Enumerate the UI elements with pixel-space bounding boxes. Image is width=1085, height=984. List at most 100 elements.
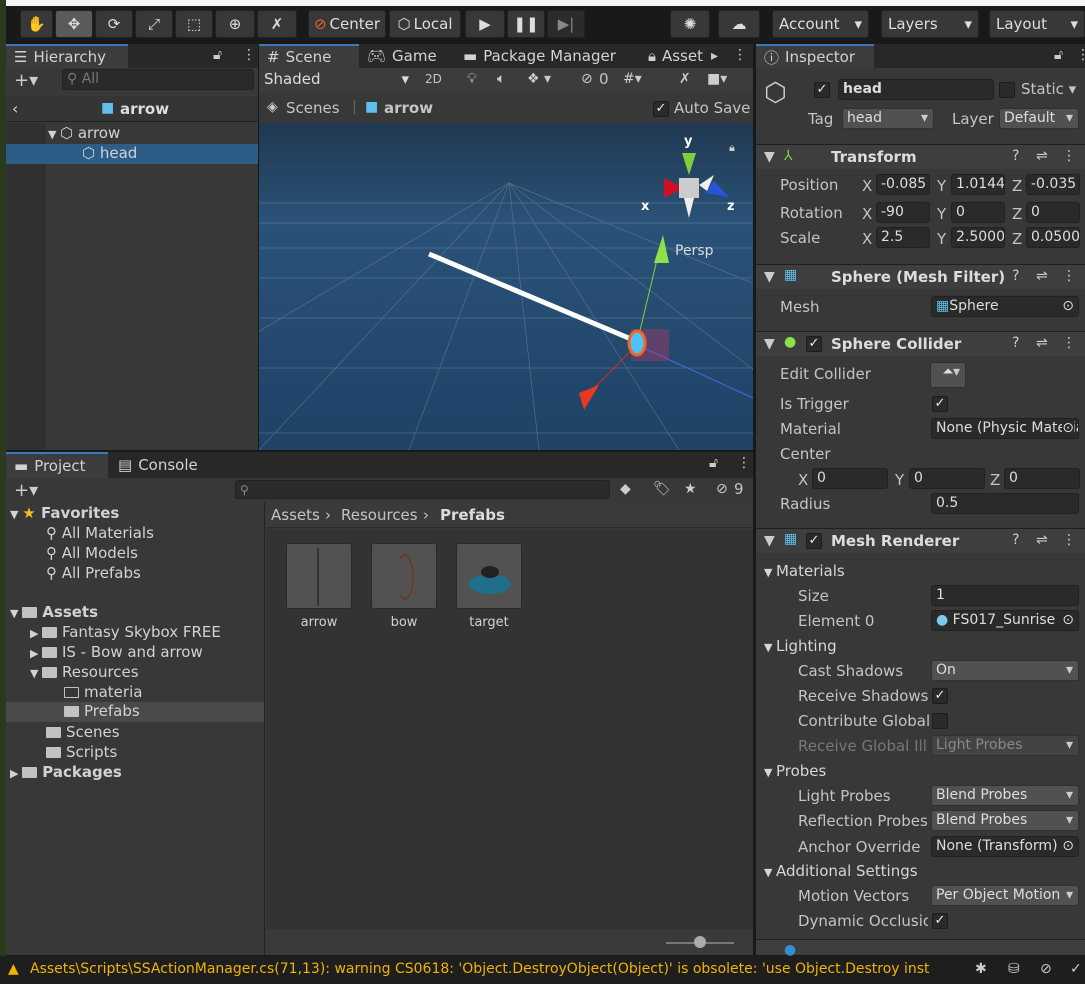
center-x-input[interactable]: 0 xyxy=(812,468,888,489)
lighting-bulb-icon[interactable]: 💡︎ xyxy=(467,71,477,87)
layer-dropdown[interactable]: Default xyxy=(999,108,1079,129)
static-dropdown[interactable]: Static ▾ xyxy=(1021,80,1076,98)
tab-asset-store[interactable]: 🔒︎ Asset xyxy=(640,44,711,68)
rotate-tool-button[interactable]: ⟳ xyxy=(95,10,133,38)
materials-foldout[interactable]: ▼ Materials xyxy=(764,562,845,580)
status-bar[interactable]: ▲ Assets\Scripts\SSActionManager.cs(71,1… xyxy=(0,956,1085,984)
move-tool-button[interactable]: ✥ xyxy=(55,10,93,38)
rotation-label[interactable]: Rotation xyxy=(780,204,843,222)
progress-icon[interactable]: ✓ xyxy=(1070,961,1082,977)
scale-z-input[interactable]: 0.0500 xyxy=(1026,227,1080,248)
tab-package-manager[interactable]: ▬ Package Manager xyxy=(455,44,624,68)
pivot-center-button[interactable]: ⊘ Center xyxy=(308,10,386,38)
assets-folder[interactable]: ▼ Assets xyxy=(10,603,98,621)
active-checkbox[interactable]: ✓ xyxy=(814,82,830,98)
mesh-object-field[interactable]: ▦Sphere ⊙ xyxy=(931,296,1079,317)
tab-overflow-icon[interactable]: ▸ xyxy=(711,48,718,64)
tab-game[interactable]: 🎮︎ Game xyxy=(359,44,445,68)
hidden-objects-icon[interactable]: ⊘ xyxy=(581,71,593,87)
audio-icon[interactable]: 🔈︎ xyxy=(497,71,505,87)
packages-folder[interactable]: ▶ Packages xyxy=(10,763,122,781)
grid-icon[interactable]: #▾ xyxy=(623,71,642,87)
reflection-probes-dropdown[interactable]: Blend Probes xyxy=(931,810,1079,831)
console-message[interactable]: Assets\Scripts\SSActionManager.cs(71,13)… xyxy=(30,961,955,977)
element0-material-field[interactable]: ● FS017_Sunrise ⊙ xyxy=(931,610,1079,631)
is-trigger-checkbox[interactable]: ✓ xyxy=(932,396,948,412)
filter-type-icon[interactable]: ◆ xyxy=(620,481,631,497)
static-checkbox[interactable] xyxy=(999,82,1015,98)
gizmo-tools-icon[interactable]: ✗ xyxy=(679,71,691,87)
additional-settings-foldout[interactable]: ▼ Additional Settings xyxy=(764,862,918,880)
prefab-bow[interactable]: bow xyxy=(371,543,437,630)
gameobject-name-input[interactable]: head xyxy=(838,79,994,100)
rotation-x-input[interactable]: -90 xyxy=(876,202,930,223)
folder-bow-and-arrow[interactable]: ▶ IS - Bow and arrow xyxy=(30,643,203,661)
rect-tool-button[interactable]: ⬚ xyxy=(175,10,213,38)
rotation-z-input[interactable]: 0 xyxy=(1026,202,1080,223)
lock-icon[interactable]: 🔓︎ xyxy=(709,455,718,471)
center-y-input[interactable]: 0 xyxy=(909,468,985,489)
scale-tool-button[interactable]: ⤢ xyxy=(135,10,173,38)
hidden-packages-icon[interactable]: ⊘ xyxy=(716,481,728,497)
folder-prefabs[interactable]: Prefabs xyxy=(6,702,264,722)
presets-icon[interactable]: ⇌ xyxy=(1036,148,1048,164)
object-picker-icon[interactable]: ⊙ xyxy=(1062,837,1074,856)
back-chevron-icon[interactable]: ‹ xyxy=(12,99,18,118)
slider-thumb[interactable] xyxy=(694,936,706,948)
add-asset-button[interactable]: +▾ xyxy=(14,480,38,501)
fav-all-materials[interactable]: ⚲ All Materials xyxy=(46,524,154,542)
presets-icon[interactable]: ⇌ xyxy=(1036,268,1048,284)
prefab-arrow[interactable]: arrow xyxy=(286,543,352,630)
physic-material-field[interactable]: None (Physic Material) ⊙ xyxy=(931,418,1079,439)
pivot-local-button[interactable]: ⬡ Local xyxy=(389,10,461,38)
object-picker-icon[interactable]: ⊙ xyxy=(1062,611,1074,630)
effects-icon[interactable]: ❖ ▾ xyxy=(527,71,551,87)
cast-shadows-dropdown[interactable]: On xyxy=(931,660,1079,681)
presets-icon[interactable]: ⇌ xyxy=(1036,335,1048,351)
rotation-y-input[interactable]: 0 xyxy=(951,202,1005,223)
persp-label[interactable]: Persp xyxy=(675,243,714,259)
tree-item-arrow[interactable]: ▼ ⬡ arrow xyxy=(48,124,120,142)
tab-scene[interactable]: # Scene xyxy=(259,44,359,68)
custom-tool-button[interactable]: ✗ xyxy=(257,10,297,38)
services-button[interactable]: ✺ xyxy=(670,10,710,38)
cloud-button[interactable]: ☁ xyxy=(718,10,760,38)
tab-hierarchy[interactable]: ☰ Hierarchy xyxy=(6,44,128,68)
material-preview-header[interactable]: ● xyxy=(756,939,1085,958)
anchor-override-field[interactable]: None (Transform) ⊙ xyxy=(931,836,1079,857)
path-prefabs[interactable]: Prefabs xyxy=(440,506,505,524)
kebab-menu-icon[interactable]: ⋮ xyxy=(1076,47,1085,63)
play-button[interactable]: ▶ xyxy=(465,10,505,38)
path-assets[interactable]: Assets xyxy=(271,506,320,524)
layers-dropdown[interactable]: Layers ▾ xyxy=(881,10,979,38)
center-z-input[interactable]: 0 xyxy=(1004,468,1080,489)
kebab-menu-icon[interactable]: ⋮ xyxy=(733,47,747,63)
position-x-input[interactable]: -0.085 xyxy=(876,174,930,195)
favorites-section[interactable]: ▼ ★ Favorites xyxy=(10,504,119,522)
prefab-target[interactable]: target xyxy=(456,543,522,630)
transform-tool-button[interactable]: ⊕ xyxy=(215,10,255,38)
step-button[interactable]: ▶| xyxy=(547,10,585,38)
filter-label-icon[interactable]: 🏷︎ xyxy=(653,481,671,497)
layout-dropdown[interactable]: Layout ▾ xyxy=(989,10,1085,38)
presets-icon[interactable]: ⇌ xyxy=(1036,532,1048,548)
hierarchy-search-input[interactable]: ⚲ All xyxy=(62,69,254,90)
folder-scripts[interactable]: Scripts xyxy=(46,743,117,761)
hand-tool-button[interactable]: ✋ xyxy=(20,10,53,38)
fav-all-prefabs[interactable]: ⚲ All Prefabs xyxy=(46,564,141,582)
folder-fantasy-skybox[interactable]: ▶ Fantasy Skybox FREE xyxy=(30,623,221,641)
breadcrumb-arrow[interactable]: arrow xyxy=(384,99,433,117)
project-search-input[interactable]: ⚲ xyxy=(235,480,610,499)
kebab-menu-icon[interactable]: ⋮ xyxy=(1062,335,1076,351)
dynamic-occlusion-checkbox[interactable]: ✓ xyxy=(932,913,948,929)
position-label[interactable]: Position xyxy=(780,176,838,194)
cache-server-icon[interactable]: ⛁ xyxy=(1008,961,1020,977)
auto-refresh-icon[interactable]: ⊘ xyxy=(1040,961,1052,977)
kebab-menu-icon[interactable]: ⋮ xyxy=(1062,532,1076,548)
motion-vectors-dropdown[interactable]: Per Object Motion xyxy=(931,885,1079,906)
scale-y-input[interactable]: 2.5000 xyxy=(951,227,1005,248)
head-sphere[interactable] xyxy=(627,329,647,357)
scale-label[interactable]: Scale xyxy=(780,229,820,247)
add-create-button[interactable]: +▾ xyxy=(14,70,38,91)
tab-inspector[interactable]: ⓘ Inspector xyxy=(756,44,874,68)
